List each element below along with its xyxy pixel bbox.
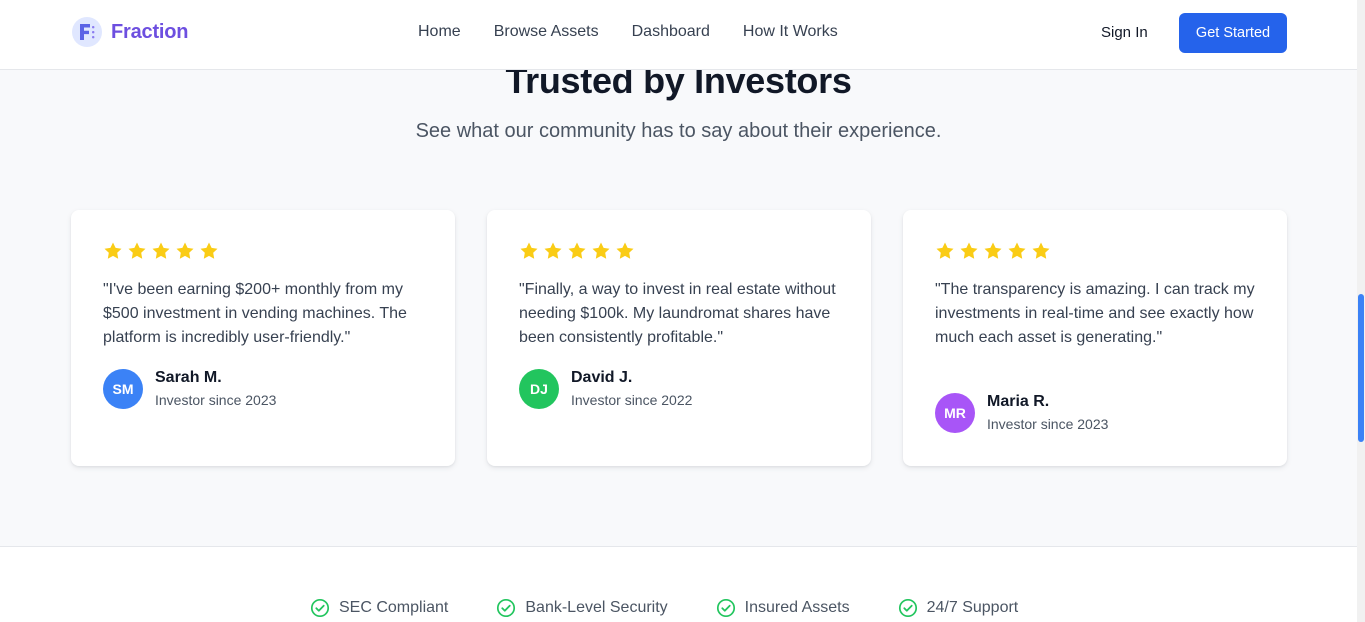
testimonial-quote: "I've been earning $200+ monthly from my… bbox=[103, 281, 407, 346]
trust-badge-label: Bank-Level Security bbox=[525, 599, 668, 616]
check-circle-icon bbox=[497, 598, 516, 618]
section-subtitle: See what our community has to say about … bbox=[415, 120, 942, 142]
author-name: David J. bbox=[571, 369, 633, 386]
nav-home[interactable]: Home bbox=[418, 23, 461, 41]
star-icon bbox=[1032, 242, 1050, 259]
nav-browse-assets[interactable]: Browse Assets bbox=[494, 23, 599, 41]
star-icon bbox=[544, 242, 562, 259]
trust-badges: SEC Compliant Bank-Level Security Insure… bbox=[310, 598, 1018, 618]
star-icon bbox=[568, 242, 586, 259]
testimonial-card: "Finally, a way to invest in real estate… bbox=[487, 210, 871, 466]
check-circle-icon bbox=[716, 598, 735, 618]
star-icon bbox=[984, 242, 1002, 259]
trust-bar: SEC Compliant Bank-Level Security Insure… bbox=[0, 546, 1357, 622]
star-icon bbox=[616, 242, 634, 259]
fraction-logo-icon bbox=[72, 17, 102, 47]
avatar: SM bbox=[103, 369, 143, 409]
testimonial-author: SM Sarah M. Investor since 2023 bbox=[103, 368, 276, 410]
trust-badge-label: SEC Compliant bbox=[339, 599, 449, 616]
check-circle-icon bbox=[898, 598, 917, 618]
main-nav: Home Browse Assets Dashboard How It Work… bbox=[418, 23, 838, 41]
check-circle-icon bbox=[310, 598, 330, 618]
get-started-button[interactable]: Get Started bbox=[1179, 13, 1287, 53]
star-icon bbox=[128, 242, 146, 259]
star-rating bbox=[519, 241, 635, 261]
sign-in-link[interactable]: Sign In bbox=[1101, 24, 1148, 41]
scrollbar-thumb[interactable] bbox=[1358, 294, 1364, 442]
testimonial-author: DJ David J. Investor since 2022 bbox=[519, 368, 692, 410]
trust-badge-label: Insured Assets bbox=[744, 599, 850, 616]
site-header: Fraction Home Browse Assets Dashboard Ho… bbox=[0, 0, 1357, 70]
avatar: MR bbox=[935, 393, 975, 433]
nav-dashboard[interactable]: Dashboard bbox=[632, 23, 710, 41]
trust-badge-sec: SEC Compliant bbox=[310, 598, 448, 618]
testimonial-author: MR Maria R. Investor since 2023 bbox=[935, 392, 1108, 434]
author-since: Investor since 2023 bbox=[155, 392, 277, 408]
star-icon bbox=[520, 242, 538, 259]
testimonial-quote: "Finally, a way to invest in real estate… bbox=[519, 281, 836, 346]
author-since: Investor since 2023 bbox=[987, 416, 1109, 432]
star-icon bbox=[200, 242, 218, 259]
trust-badge-support: 24/7 Support bbox=[898, 598, 1019, 618]
star-icon bbox=[152, 242, 170, 259]
star-icon bbox=[960, 242, 978, 259]
star-rating bbox=[935, 241, 1051, 261]
testimonial-card: "I've been earning $200+ monthly from my… bbox=[71, 210, 455, 466]
testimonial-quote: "The transparency is amazing. I can trac… bbox=[935, 281, 1255, 346]
author-name: Sarah M. bbox=[155, 369, 222, 386]
star-rating bbox=[103, 241, 219, 261]
brand-name: Fraction bbox=[111, 20, 189, 43]
star-icon bbox=[1008, 242, 1026, 259]
nav-how-it-works[interactable]: How It Works bbox=[743, 23, 838, 41]
trust-badge-insured: Insured Assets bbox=[716, 598, 850, 618]
star-icon bbox=[176, 242, 194, 259]
author-name: Maria R. bbox=[987, 393, 1050, 410]
trust-badge-label: 24/7 Support bbox=[926, 599, 1019, 616]
star-icon bbox=[104, 242, 122, 259]
star-icon bbox=[936, 242, 954, 259]
testimonial-card: "The transparency is amazing. I can trac… bbox=[903, 210, 1287, 466]
brand-logo[interactable]: Fraction bbox=[72, 17, 188, 47]
author-since: Investor since 2022 bbox=[571, 392, 693, 408]
trust-badge-security: Bank-Level Security bbox=[496, 598, 668, 618]
avatar: DJ bbox=[519, 369, 559, 409]
page-scrollbar[interactable] bbox=[1357, 0, 1365, 622]
star-icon bbox=[592, 242, 610, 259]
